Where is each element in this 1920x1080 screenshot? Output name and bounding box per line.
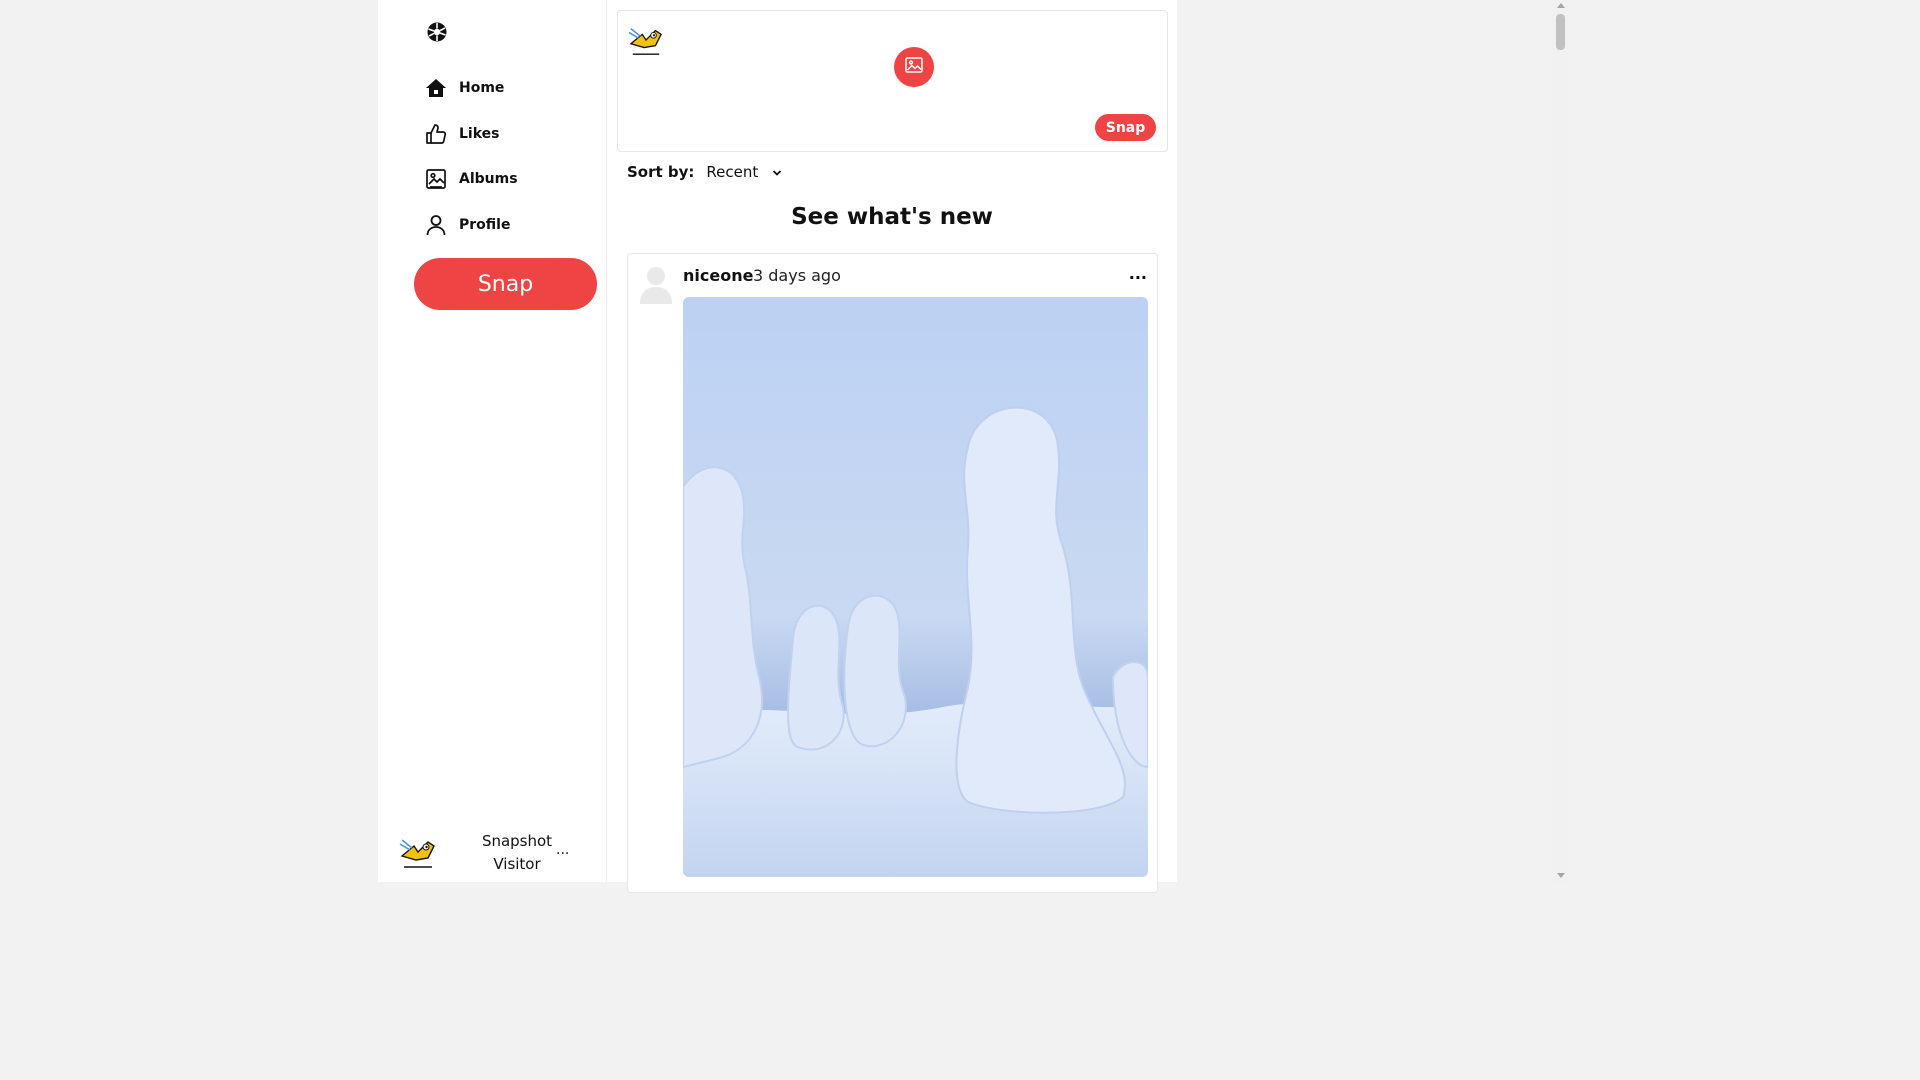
sidebar-item-home[interactable]: Home	[424, 72, 518, 104]
post-username[interactable]: niceone	[683, 266, 753, 285]
app-shell: Home Likes Albums Profile Snap Snapshot …	[378, 0, 1177, 893]
chevron-down-icon	[772, 163, 782, 181]
avatar	[627, 23, 665, 57]
snap-composer: Snap	[617, 10, 1168, 152]
post-image[interactable]	[683, 297, 1148, 877]
image-album-icon	[424, 167, 448, 191]
ball-logo-icon[interactable]	[426, 21, 448, 43]
sidebar-item-profile[interactable]: Profile	[424, 209, 518, 241]
sidebar-item-label: Likes	[459, 125, 500, 142]
sidebar-item-label: Home	[459, 80, 505, 96]
feed-post: niceone 3 days ago ...	[627, 253, 1158, 893]
user-icon	[424, 213, 448, 237]
sort-select[interactable]: Recent	[706, 163, 782, 181]
image-upload-icon	[905, 57, 923, 77]
post-more-options-icon[interactable]: ...	[1129, 264, 1147, 283]
scroll-down-arrow-icon[interactable]	[1557, 873, 1565, 878]
post-avatar-icon[interactable]	[638, 264, 674, 304]
home-icon	[424, 76, 448, 100]
sidebar-item-label: Profile	[459, 217, 511, 234]
sort-control: Sort by: Recent	[627, 163, 782, 181]
sort-label: Sort by:	[627, 163, 695, 181]
sidebar-item-label: Albums	[459, 171, 518, 188]
page-scrollbar[interactable]	[1553, 0, 1568, 882]
composer-snap-button[interactable]: Snap	[1095, 114, 1156, 141]
post-timestamp: 3 days ago	[753, 266, 841, 285]
sidebar: Home Likes Albums Profile Snap Snapshot …	[378, 0, 607, 882]
avatar	[398, 834, 438, 870]
page-title: See what's new	[791, 204, 993, 230]
more-options-icon[interactable]: ...	[556, 842, 569, 858]
sidebar-item-albums[interactable]: Albums	[424, 163, 518, 195]
thumbs-up-icon	[424, 122, 448, 146]
sidebar-item-likes[interactable]: Likes	[424, 118, 518, 150]
scroll-up-arrow-icon[interactable]	[1557, 3, 1565, 8]
sort-value: Recent	[706, 163, 759, 181]
image-upload-button[interactable]	[894, 47, 934, 87]
current-user[interactable]: Snapshot Visitor ...	[398, 830, 598, 874]
scroll-thumb[interactable]	[1556, 14, 1565, 50]
sidebar-nav: Home Likes Albums Profile	[424, 72, 518, 255]
snap-button[interactable]: Snap	[414, 258, 597, 310]
main-feed: Snap Sort by: Recent See what's new nice…	[607, 0, 1177, 893]
